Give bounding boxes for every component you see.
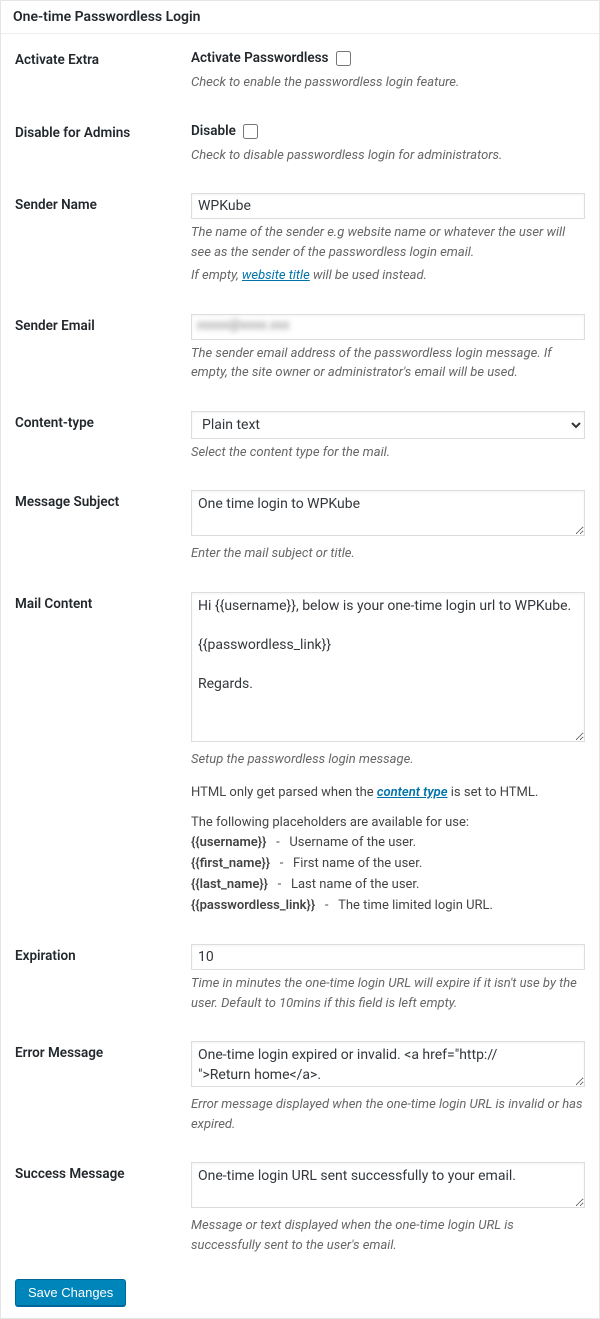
save-button[interactable]: Save Changes [15, 1279, 126, 1306]
sender-email-label: Sender Email [1, 300, 191, 397]
success-msg-label: Success Message [1, 1148, 191, 1269]
panel-title: One-time Passwordless Login [13, 9, 587, 25]
content-type-desc: Select the content type for the mail. [191, 443, 585, 463]
expiration-label: Expiration [1, 930, 191, 1027]
ph-link: {{passwordless_link}} [191, 898, 315, 913]
content-type-label: Content-type [1, 397, 191, 477]
error-msg-label: Error Message [1, 1027, 191, 1148]
subject-desc: Enter the mail subject or title. [191, 544, 585, 564]
expiration-desc: Time in minutes the one-time login URL w… [191, 974, 585, 1013]
form-table: Activate Extra Activate Passwordless Che… [1, 34, 599, 1269]
activate-label: Activate Extra [1, 34, 191, 107]
sender-name-input[interactable] [191, 193, 585, 219]
placeholders-block: The following placeholders are available… [191, 813, 585, 916]
ph-firstname: {{first_name}} [191, 856, 270, 871]
disable-cb-label: Disable [191, 123, 236, 139]
activate-checkbox[interactable] [336, 51, 351, 66]
ph-username: {{username}} [191, 835, 266, 850]
success-msg-desc: Message or text displayed when the one-t… [191, 1216, 585, 1255]
subject-label: Message Subject [1, 476, 191, 578]
ph-lastname: {{last_name}} [191, 877, 268, 892]
settings-panel: One-time Passwordless Login Activate Ext… [0, 0, 600, 1319]
website-title-link[interactable]: website title [242, 268, 310, 283]
activate-desc: Check to enable the passwordless login f… [191, 73, 585, 93]
sender-name-desc2: If empty, website title will be used ins… [191, 266, 585, 286]
disable-admins-checkbox[interactable] [243, 124, 258, 139]
html-parse-note: HTML only get parsed when the content ty… [191, 783, 585, 803]
disable-admins-label: Disable for Admins [1, 107, 191, 180]
sender-email-desc: The sender email address of the password… [191, 344, 585, 383]
sender-name-label: Sender Name [1, 179, 191, 300]
success-msg-textarea[interactable] [191, 1162, 585, 1208]
error-msg-textarea[interactable] [191, 1041, 585, 1087]
subject-textarea[interactable] [191, 490, 585, 536]
mail-content-label: Mail Content [1, 578, 191, 931]
sender-email-blurred-value: xxxxx@xxxx.xxx [197, 318, 290, 333]
expiration-input[interactable] [191, 944, 585, 970]
disable-admins-desc: Check to disable passwordless login for … [191, 146, 585, 166]
panel-header: One-time Passwordless Login [1, 1, 599, 34]
content-type-select[interactable]: Plain text [191, 411, 585, 439]
error-msg-desc: Error message displayed when the one-tim… [191, 1095, 585, 1134]
mail-content-textarea[interactable] [191, 592, 585, 742]
activate-cb-label: Activate Passwordless [191, 50, 328, 66]
mail-content-desc: Setup the passwordless login message. [191, 750, 585, 770]
content-type-link[interactable]: content type [377, 785, 448, 800]
sender-name-desc1: The name of the sender e.g website name … [191, 223, 585, 262]
